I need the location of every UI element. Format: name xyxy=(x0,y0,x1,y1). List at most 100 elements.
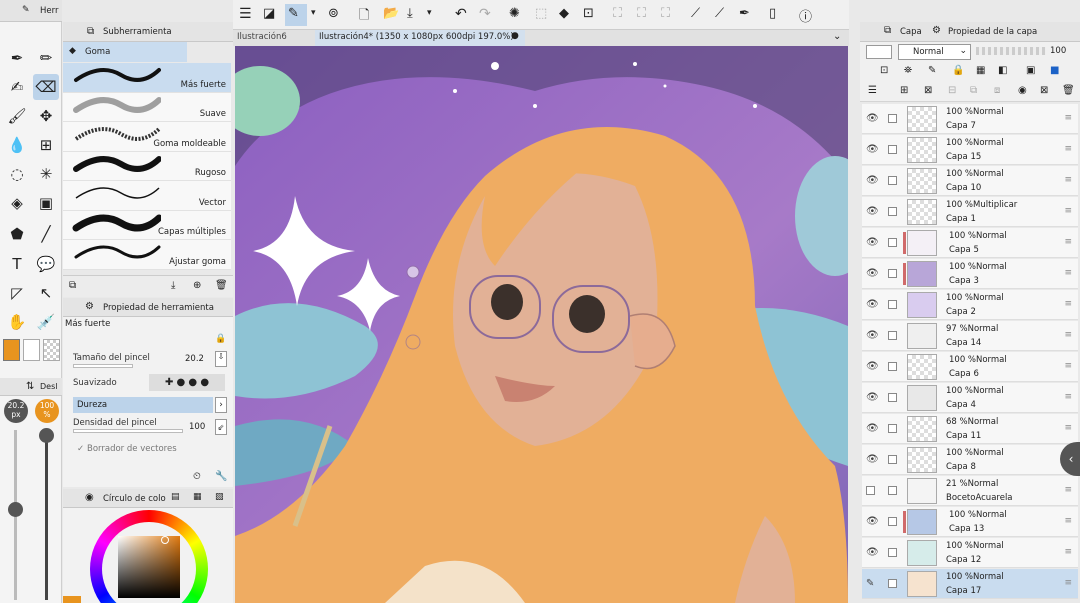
new-file-icon[interactable]: 🗋 xyxy=(359,6,369,28)
gradient-tool-icon[interactable]: ▣ xyxy=(33,190,59,216)
layer-row[interactable]: 👁 100 %Normal Capa 4 ≡ xyxy=(862,383,1078,413)
layer-color-icon[interactable]: ⊚ xyxy=(328,6,339,21)
brush-item[interactable]: Capas múltiples xyxy=(63,210,231,240)
grip-icon[interactable]: ≡ xyxy=(1064,299,1072,309)
ruler-tool-icon[interactable]: ◸ xyxy=(4,280,30,306)
opacity-slider-track[interactable] xyxy=(45,430,48,600)
layer-color-icon[interactable]: ■ xyxy=(1050,65,1059,76)
mask-icon[interactable]: ◧ xyxy=(998,65,1007,76)
layer-row[interactable]: 👁 100 %Normal Capa 6 ≡ xyxy=(862,352,1078,382)
new-vector-icon[interactable]: ⊠ xyxy=(924,85,932,96)
size-slider-handle[interactable] xyxy=(8,502,23,517)
pen-snap-icon[interactable]: ✒ xyxy=(739,6,750,21)
eye-icon[interactable]: 👁 xyxy=(866,361,879,372)
lock-transparency-icon[interactable]: ▦ xyxy=(976,65,985,76)
opacity-slider-handle[interactable] xyxy=(39,428,54,443)
tabs-chevron-down-icon[interactable]: ⌄ xyxy=(833,31,841,42)
layer-row[interactable]: 👁 100 %Normal Capa 10 ≡ xyxy=(862,166,1078,196)
balloon-tool-icon[interactable]: 💬 xyxy=(33,251,59,277)
grip-icon[interactable]: ≡ xyxy=(1064,578,1072,588)
eye-icon[interactable]: 👁 xyxy=(866,547,879,558)
layer-row[interactable]: 👁 100 %Normal Capa 12 ≡ xyxy=(862,538,1078,568)
layer-row[interactable]: 21 %Normal BocetoAcuarela ≡ xyxy=(862,476,1078,506)
lock-icon[interactable]: 🔒 xyxy=(215,334,226,344)
menu-icon[interactable]: ☰ xyxy=(239,6,252,22)
fill-icon[interactable]: ◆ xyxy=(559,6,569,21)
ruler-snap-icon[interactable]: ⟋ xyxy=(691,6,700,21)
grip-icon[interactable]: ≡ xyxy=(1064,330,1072,340)
color-history-tab-icon[interactable]: ▧ xyxy=(215,492,224,502)
tab-close-dot-icon[interactable]: ● xyxy=(511,31,519,41)
subtool-tab-label[interactable]: Subherramienta xyxy=(103,27,172,37)
chevron-down-icon[interactable]: ▾ xyxy=(311,8,316,18)
layer-checkbox[interactable] xyxy=(888,238,897,247)
duplicate-icon[interactable]: ⊕ xyxy=(193,280,201,291)
new-folder-icon[interactable]: ⊟ xyxy=(948,85,956,96)
grip-icon[interactable]: ≡ xyxy=(1064,547,1072,557)
layer-checkbox[interactable] xyxy=(888,362,897,371)
help-icon[interactable]: ⓘ xyxy=(799,6,812,25)
grip-icon[interactable]: ≡ xyxy=(1064,516,1072,526)
reset-icon[interactable]: ⏲ xyxy=(193,471,201,482)
brush-snap-icon[interactable]: ⟋ xyxy=(715,6,724,21)
layer-row[interactable]: 👁 100 %Normal Capa 13 ≡ xyxy=(862,507,1078,537)
layer-row[interactable]: 👁 97 %Normal Capa 14 ≡ xyxy=(862,321,1078,351)
object-select-icon[interactable]: ↖ xyxy=(33,280,59,306)
tools-tab-label[interactable]: Herr xyxy=(40,6,58,16)
pencil-tool-icon[interactable]: ✏ xyxy=(33,45,59,71)
layer-row[interactable]: 👁100 %NormalCapa 8≡ xyxy=(862,445,1078,475)
reference-layer-icon[interactable]: ⛯ xyxy=(904,65,912,76)
layer-tab-icon[interactable]: ⧉ xyxy=(884,25,891,36)
hand-tool-icon[interactable]: ✋ xyxy=(4,309,30,335)
fill-tool-icon[interactable]: ◈ xyxy=(4,190,30,216)
tab-ilustracion4[interactable]: Ilustración4* (1350 x 1080px 600dpi 197.… xyxy=(319,32,514,42)
save-chevron-icon[interactable]: ▾ xyxy=(427,8,432,18)
brush-size-slider[interactable] xyxy=(73,364,133,368)
layer-color-box[interactable] xyxy=(866,45,892,59)
layer-visibility-box[interactable] xyxy=(866,486,875,495)
eye-icon[interactable]: 👁 xyxy=(866,330,879,341)
layer-checkbox[interactable] xyxy=(888,300,897,309)
transparent-color-swatch[interactable] xyxy=(43,339,60,361)
marker-tool-icon[interactable]: ✍ xyxy=(4,74,30,100)
figure-tool-icon[interactable]: ⬟ xyxy=(4,221,30,247)
sub-color-swatch[interactable] xyxy=(23,339,40,361)
brush-item[interactable]: Más fuerte xyxy=(63,63,231,93)
pen-edit-icon[interactable]: ✎ xyxy=(866,578,874,589)
layer-checkbox[interactable] xyxy=(888,424,897,433)
grip-icon[interactable]: ≡ xyxy=(1064,175,1072,185)
blend-tool-icon[interactable]: 💧 xyxy=(4,132,30,158)
hardness-slider[interactable]: Dureza xyxy=(73,397,213,413)
artwork-canvas[interactable] xyxy=(235,46,848,603)
blend-mode-select[interactable]: Normal ⌄ xyxy=(898,44,971,60)
density-slider[interactable] xyxy=(73,429,183,433)
saturation-square[interactable] xyxy=(118,536,180,598)
layer-property-tab-icon[interactable]: ⚙ xyxy=(932,25,941,36)
grip-icon[interactable]: ≡ xyxy=(1064,144,1072,154)
color-circle-title[interactable]: Círculo de colo xyxy=(103,494,166,504)
move-tool-icon[interactable]: ✥ xyxy=(33,103,59,129)
wrench-icon[interactable]: 🔧 xyxy=(215,471,227,482)
line-tool-icon[interactable]: ╱ xyxy=(33,221,59,247)
color-circle-tab-icon[interactable]: ◉ xyxy=(85,492,94,503)
grip-icon[interactable]: ≡ xyxy=(1064,485,1072,495)
subtool-group[interactable]: ◆ Goma xyxy=(63,42,187,62)
delete-layer-icon[interactable]: 🗑 xyxy=(1062,85,1075,96)
layer-row[interactable]: 👁 68 %Normal Capa 11 ≡ xyxy=(862,414,1078,444)
lock-layer-icon[interactable]: 🔒 xyxy=(952,65,964,76)
copy-subtool-icon[interactable]: ⧉ xyxy=(69,280,76,291)
tab-ilustracion6[interactable]: Ilustración6 xyxy=(237,32,287,42)
pencil-tab-icon[interactable]: ✎ xyxy=(22,5,30,15)
layer-checkbox[interactable] xyxy=(888,207,897,216)
layer-settings-icon[interactable]: ▣ xyxy=(1026,65,1035,76)
density-field[interactable]: 100 xyxy=(189,422,205,432)
clear-icon[interactable]: ⬚ xyxy=(535,6,547,21)
color-picker-handle[interactable] xyxy=(161,536,169,544)
layer-row[interactable]: 👁 100 %Normal Capa 15 ≡ xyxy=(862,135,1078,165)
layer-opacity-slider[interactable] xyxy=(976,47,1046,55)
layer-row[interactable]: 👁 100 %Normal Capa 5 ≡ xyxy=(862,228,1078,258)
layer-checkbox[interactable] xyxy=(888,455,897,464)
pen-tool-icon[interactable]: ✒ xyxy=(4,45,30,71)
lasso-tool-icon[interactable]: ◌ xyxy=(4,161,30,187)
grip-icon[interactable]: ≡ xyxy=(1064,113,1072,123)
